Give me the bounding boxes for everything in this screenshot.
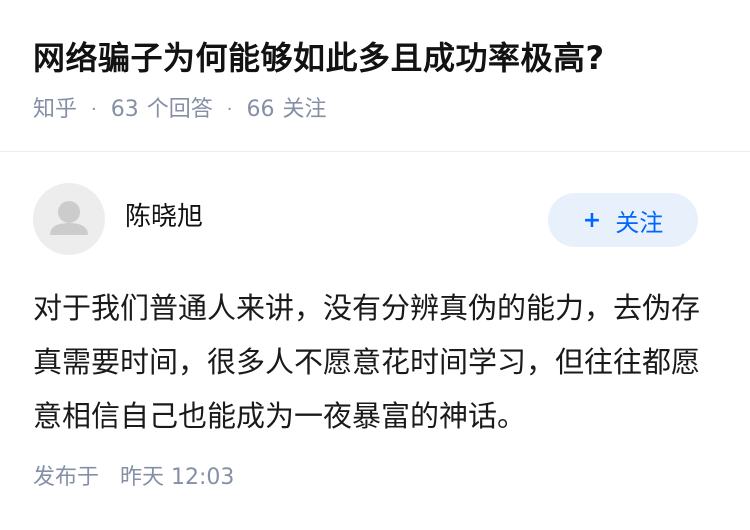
separator-dot: · (91, 99, 97, 120)
separator-dot: · (226, 99, 233, 120)
avatar[interactable] (33, 183, 105, 255)
answer-count: 63 (110, 97, 139, 122)
follow-button[interactable]: + 关注 (548, 193, 698, 247)
question-meta: 知乎 · 63 个回答 · 66 关注 (33, 94, 723, 126)
divider (0, 151, 750, 152)
author-name[interactable]: 陈晓旭 (125, 199, 203, 235)
question-title[interactable]: 网络骗子为何能够如此多且成功率极高? (33, 34, 723, 82)
default-avatar-icon (50, 201, 88, 235)
follower-count: 66 (246, 97, 275, 122)
publish-timestamp: 昨天 12:03 (120, 465, 235, 490)
follower-count-label[interactable]: 关注 (283, 94, 327, 126)
answer-author-row: 陈晓旭 + 关注 (33, 183, 698, 255)
follow-button-label: 关注 (615, 208, 664, 237)
plus-icon: + (582, 207, 602, 233)
answer-count-label[interactable]: 个回答 (147, 94, 213, 126)
answer-content[interactable]: 对于我们普通人来讲，没有分辨真伪的能力，去伪存真需要时间，很多人不愿意花时间学习… (33, 281, 723, 443)
question-header: 网络骗子为何能够如此多且成功率极高? 知乎 · 63 个回答 · 66 关注 (33, 34, 723, 126)
publish-label: 发布于 (33, 465, 100, 490)
source-label[interactable]: 知乎 (33, 94, 77, 126)
publish-time: 发布于 昨天 12:03 (33, 462, 234, 494)
